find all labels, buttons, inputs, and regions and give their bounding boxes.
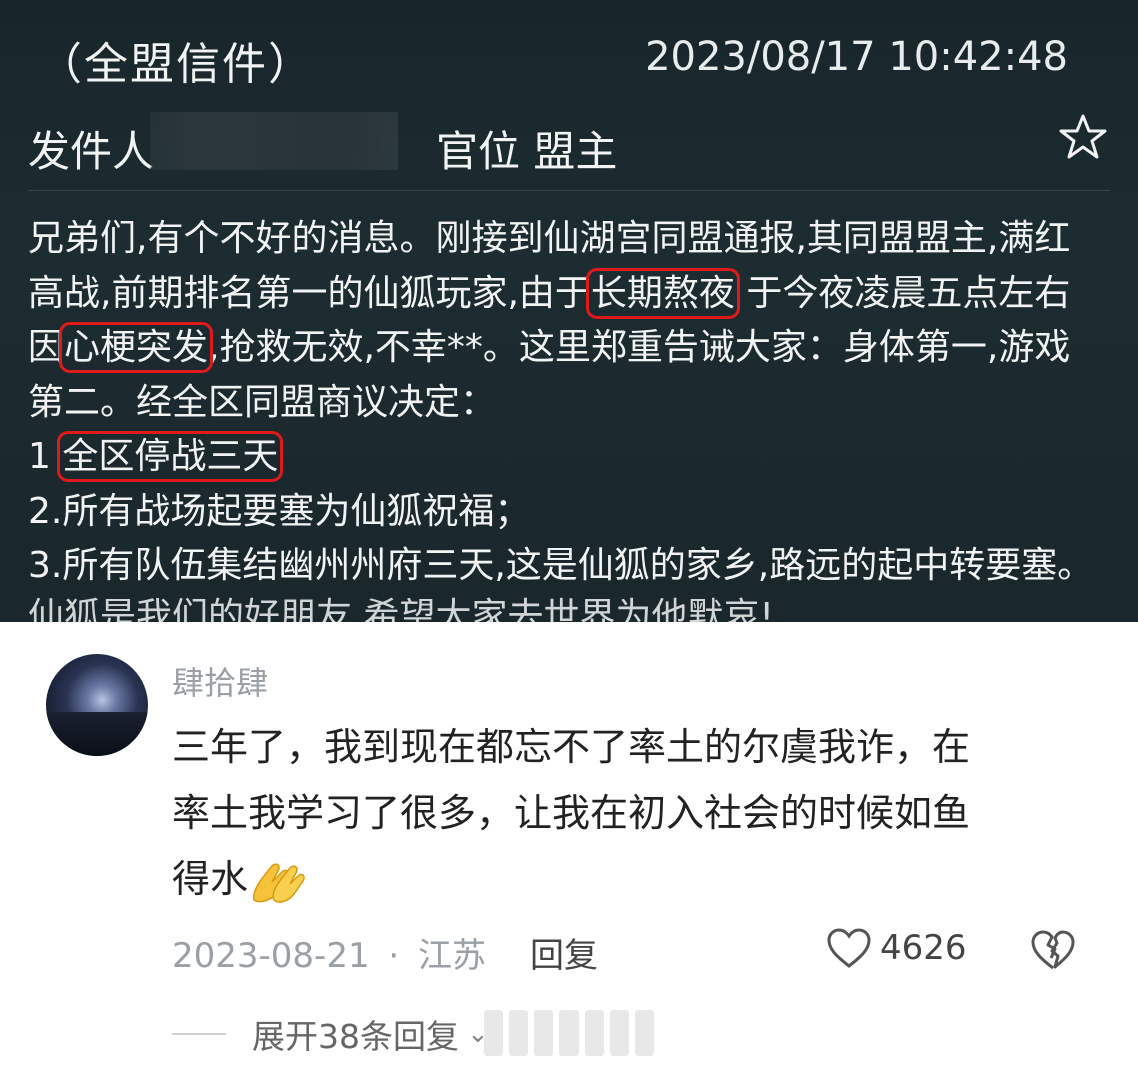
comment-location: 江苏: [418, 936, 487, 976]
like-button[interactable]: 4626: [826, 924, 967, 972]
comment-meta: 2023-08-21 · 江苏: [172, 928, 486, 977]
expand-replies[interactable]: 展开38条回复 ⌄: [172, 1014, 489, 1056]
highlighted-phrase: 心梗突发: [59, 322, 214, 373]
comment-line-text: 得水: [172, 857, 249, 901]
heart-icon: [827, 928, 871, 968]
highlighted-phrase: 长期熬夜: [585, 267, 740, 319]
dislike-icon[interactable]: [1030, 928, 1076, 972]
mail-timestamp: 2023/08/17 10:42:48: [645, 34, 1068, 80]
sender-row: 发件人 官位 盟主: [28, 112, 1108, 176]
avatar[interactable]: [46, 654, 148, 756]
comment-line: 三年了，我到现在都忘不了率土的尔虞我诈，在: [172, 725, 971, 769]
mail-cut-line: 仙狐是我们的好朋友,希望大家去世界为他默哀!: [28, 596, 774, 622]
highlighted-phrase: 全区停战三天: [57, 431, 284, 482]
sender-name-redacted: [150, 112, 398, 170]
mail-body: 兄弟们,有个不好的消息。刚接到仙湖宫同盟通报,其同盟盟主,满红 高战,前期排名第一…: [28, 212, 1118, 594]
mail-screenshot: （全盟信件） 2023/08/17 10:42:48 发件人 官位 盟主 兄弟们…: [0, 0, 1138, 622]
mail-text: 因: [28, 327, 65, 368]
mail-line: 1 全区停战三天: [28, 430, 1118, 485]
comment-line: 率土我学习了很多，让我在初入社会的时候如鱼: [172, 791, 971, 835]
reply-button[interactable]: 回复: [530, 928, 598, 977]
comment-line: 得水: [172, 846, 1092, 912]
comment-date: 2023-08-21: [172, 936, 370, 976]
mail-line: 因心梗突发,抢救无效,不幸**。这里郑重告诫大家：身体第一,游戏: [28, 321, 1118, 376]
meta-separator: ·: [388, 936, 400, 976]
star-icon[interactable]: [1058, 112, 1108, 162]
mail-text: 于今夜凌晨五点左右: [734, 272, 1071, 314]
like-count: 4626: [880, 928, 967, 968]
mail-text: 高战,前期排名第一的仙狐玩家,由于: [28, 272, 591, 314]
divider: [28, 190, 1110, 191]
expand-divider: [172, 1033, 226, 1035]
mail-line: 2.所有战场起要塞为仙狐祝福；: [28, 485, 1118, 540]
comment-item: 肆拾肆 三年了，我到现在都忘不了率土的尔虞我诈，在 率土我学习了很多，让我在初入…: [0, 622, 1138, 1080]
pray-hands-icon: [253, 862, 305, 903]
mail-line: 兄弟们,有个不好的消息。刚接到仙湖宫同盟通报,其同盟盟主,满红: [28, 212, 1118, 267]
watermark: [484, 1010, 654, 1056]
mail-line: 第二。经全区同盟商议决定：: [28, 376, 1118, 431]
mail-line: 3.所有队伍集结幽州州府三天,这是仙狐的家乡,路远的起中转要塞。: [28, 539, 1118, 594]
mail-line: 高战,前期排名第一的仙狐玩家,由于长期熬夜 于今夜凌晨五点左右: [28, 267, 1118, 322]
sender-rank: 官位 盟主: [436, 127, 618, 176]
mail-text: 2.所有战场起要塞为仙狐祝福；: [28, 490, 531, 532]
mail-text: 3.所有队伍集结幽州州府三天,这是仙狐的家乡,路远的起中转要塞。: [28, 545, 1094, 586]
mail-title: （全盟信件）: [38, 39, 314, 90]
sender-label: 发件人: [28, 127, 155, 176]
comment-text: 三年了，我到现在都忘不了率土的尔虞我诈，在 率土我学习了很多，让我在初入社会的时…: [172, 714, 1092, 912]
expand-label: 展开38条回复: [252, 1017, 459, 1056]
mail-text: ,抢救无效,不幸**。这里郑重告诫大家：身体第一,游戏: [208, 327, 1071, 368]
comment-username[interactable]: 肆拾肆: [172, 658, 268, 704]
mail-text: 1: [28, 436, 63, 477]
mail-text: 兄弟们,有个不好的消息。刚接到仙湖宫同盟通报,其同盟盟主,满红: [28, 218, 1071, 259]
mail-text: 第二。经全区同盟商议决定：: [28, 381, 497, 423]
